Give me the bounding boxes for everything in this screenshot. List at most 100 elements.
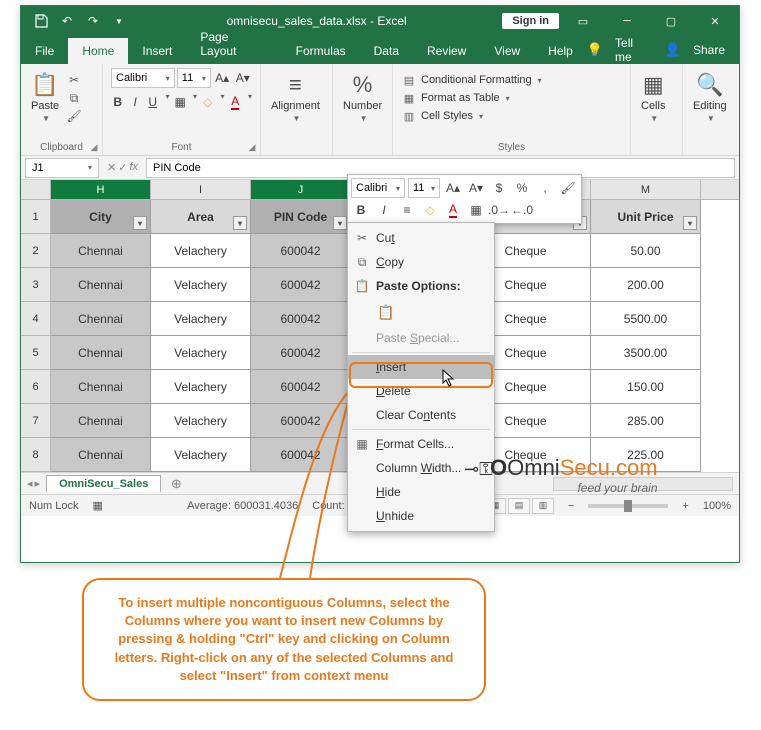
mini-currency-icon[interactable]: $: [489, 178, 509, 198]
bold-button[interactable]: B: [111, 92, 124, 112]
mini-comma-icon[interactable]: ,: [535, 178, 555, 198]
cell-price[interactable]: 200.00: [591, 268, 701, 302]
zoom-level[interactable]: 100%: [703, 500, 731, 512]
tab-file[interactable]: File: [21, 38, 68, 64]
minimize-icon[interactable]: ─: [607, 6, 647, 36]
row-header[interactable]: 2: [21, 234, 51, 268]
close-icon[interactable]: ✕: [695, 6, 735, 36]
cell-pin[interactable]: 600042: [251, 268, 351, 302]
ctx-column-width[interactable]: Column Width...: [348, 456, 494, 480]
clipboard-dialog-launcher[interactable]: ◢: [88, 141, 100, 153]
chevron-down-icon[interactable]: ▾: [220, 92, 224, 112]
cell-city[interactable]: Chennai: [51, 234, 151, 268]
row-header[interactable]: 8: [21, 438, 51, 472]
mini-align-icon[interactable]: ≡: [397, 200, 417, 220]
tab-page-layout[interactable]: Page Layout: [186, 24, 281, 64]
chevron-down-icon[interactable]: ▾: [248, 92, 252, 112]
cell-city[interactable]: Chennai: [51, 302, 151, 336]
maximize-icon[interactable]: ▢: [651, 6, 691, 36]
header-pin[interactable]: PIN Code▾: [251, 200, 351, 234]
zoom-in-icon[interactable]: +: [682, 500, 688, 512]
cell-price[interactable]: 3500.00: [591, 336, 701, 370]
cell-city[interactable]: Chennai: [51, 336, 151, 370]
ctx-unhide[interactable]: Unhide: [348, 504, 494, 528]
cell-city[interactable]: Chennai: [51, 438, 151, 472]
filter-icon[interactable]: ▾: [333, 216, 347, 230]
cell-price[interactable]: 285.00: [591, 404, 701, 438]
tab-help[interactable]: Help: [534, 38, 587, 64]
cell-area[interactable]: Velachery: [151, 234, 251, 268]
mini-decrease-decimal-icon[interactable]: ←.0: [512, 200, 532, 220]
cell-pin[interactable]: 600042: [251, 370, 351, 404]
zoom-slider[interactable]: [588, 504, 668, 508]
cell-area[interactable]: Velachery: [151, 438, 251, 472]
cell-pin[interactable]: 600042: [251, 336, 351, 370]
mini-fill-color-icon[interactable]: ◇: [420, 200, 440, 220]
row-header[interactable]: 6: [21, 370, 51, 404]
mini-grow-font-icon[interactable]: A▴: [443, 178, 463, 198]
editing-button[interactable]: 🔍Editing▼: [691, 68, 729, 127]
cell-area[interactable]: Velachery: [151, 370, 251, 404]
redo-icon[interactable]: ↷: [81, 9, 105, 33]
mini-shrink-font-icon[interactable]: A▾: [466, 178, 486, 198]
tab-formulas[interactable]: Formulas: [282, 38, 360, 64]
sheet-prev-icon[interactable]: ◂: [27, 477, 33, 490]
cell-styles-button[interactable]: ▥Cell Styles▾: [401, 108, 622, 124]
header-city[interactable]: City▾: [51, 200, 151, 234]
chevron-down-icon[interactable]: ▾: [165, 92, 169, 112]
paste-button[interactable]: 📋 Paste ▼: [29, 68, 61, 127]
column-header-H[interactable]: H: [51, 180, 151, 199]
signin-button[interactable]: Sign in: [502, 13, 559, 29]
horizontal-scrollbar[interactable]: [553, 477, 733, 491]
conditional-formatting-button[interactable]: ▤Conditional Formatting▾: [401, 72, 622, 88]
mini-bold-button[interactable]: B: [351, 200, 371, 220]
shrink-font-icon[interactable]: A▾: [233, 68, 252, 88]
mini-format-painter-icon[interactable]: 🖌: [558, 178, 578, 198]
cell-price[interactable]: 5500.00: [591, 302, 701, 336]
name-box[interactable]: J1▾: [25, 158, 99, 178]
share-icon[interactable]: 👤: [665, 42, 681, 58]
zoom-out-icon[interactable]: −: [568, 500, 574, 512]
ctx-delete[interactable]: Delete: [348, 379, 494, 403]
fill-color-icon[interactable]: ◇: [201, 92, 214, 112]
enter-formula-icon[interactable]: ✓: [118, 161, 127, 174]
ctx-cut[interactable]: ✂Cut: [348, 226, 494, 250]
ctx-clear-contents[interactable]: Clear Contents: [348, 403, 494, 427]
cell-pin[interactable]: 600042: [251, 404, 351, 438]
cell-area[interactable]: Velachery: [151, 404, 251, 438]
row-header[interactable]: 3: [21, 268, 51, 302]
tab-view[interactable]: View: [480, 38, 534, 64]
column-header-M[interactable]: M: [591, 180, 701, 199]
border-icon[interactable]: ▦: [173, 92, 186, 112]
mini-increase-decimal-icon[interactable]: .0→: [489, 200, 509, 220]
sheet-next-icon[interactable]: ▸: [35, 477, 41, 490]
cell-city[interactable]: Chennai: [51, 404, 151, 438]
format-as-table-button[interactable]: ▦Format as Table▾: [401, 90, 622, 106]
format-painter-icon[interactable]: 🖌: [65, 108, 83, 124]
view-page-break-icon[interactable]: ▥: [532, 498, 554, 514]
tab-review[interactable]: Review: [413, 38, 480, 64]
sheet-tab[interactable]: OmniSecu_Sales: [46, 475, 161, 492]
cell-price[interactable]: 225.00: [591, 438, 701, 472]
font-color-icon[interactable]: A: [228, 92, 241, 112]
header-price[interactable]: Unit Price▾: [591, 200, 701, 234]
cell-pin[interactable]: 600042: [251, 302, 351, 336]
mini-percent-icon[interactable]: %: [512, 178, 532, 198]
tellme-icon[interactable]: 💡: [587, 42, 603, 58]
alignment-button[interactable]: ≡Alignment▼: [269, 68, 322, 127]
column-header-J[interactable]: J: [251, 180, 351, 199]
tab-data[interactable]: Data: [360, 38, 413, 64]
tab-insert[interactable]: Insert: [128, 38, 186, 64]
cell-pin[interactable]: 600042: [251, 438, 351, 472]
row-header[interactable]: 1: [21, 200, 51, 234]
mini-font-combo[interactable]: Calibri▾: [351, 178, 405, 198]
cell-price[interactable]: 50.00: [591, 234, 701, 268]
select-all-corner[interactable]: [21, 180, 51, 199]
row-header[interactable]: 4: [21, 302, 51, 336]
cancel-formula-icon[interactable]: ✕: [107, 161, 116, 174]
qat-dropdown-icon[interactable]: ▼: [107, 9, 131, 33]
undo-icon[interactable]: ↶: [55, 9, 79, 33]
font-size-combo[interactable]: 11▾: [177, 68, 211, 88]
share-label[interactable]: Share: [693, 43, 725, 57]
tellme-label[interactable]: Tell me: [615, 36, 653, 64]
